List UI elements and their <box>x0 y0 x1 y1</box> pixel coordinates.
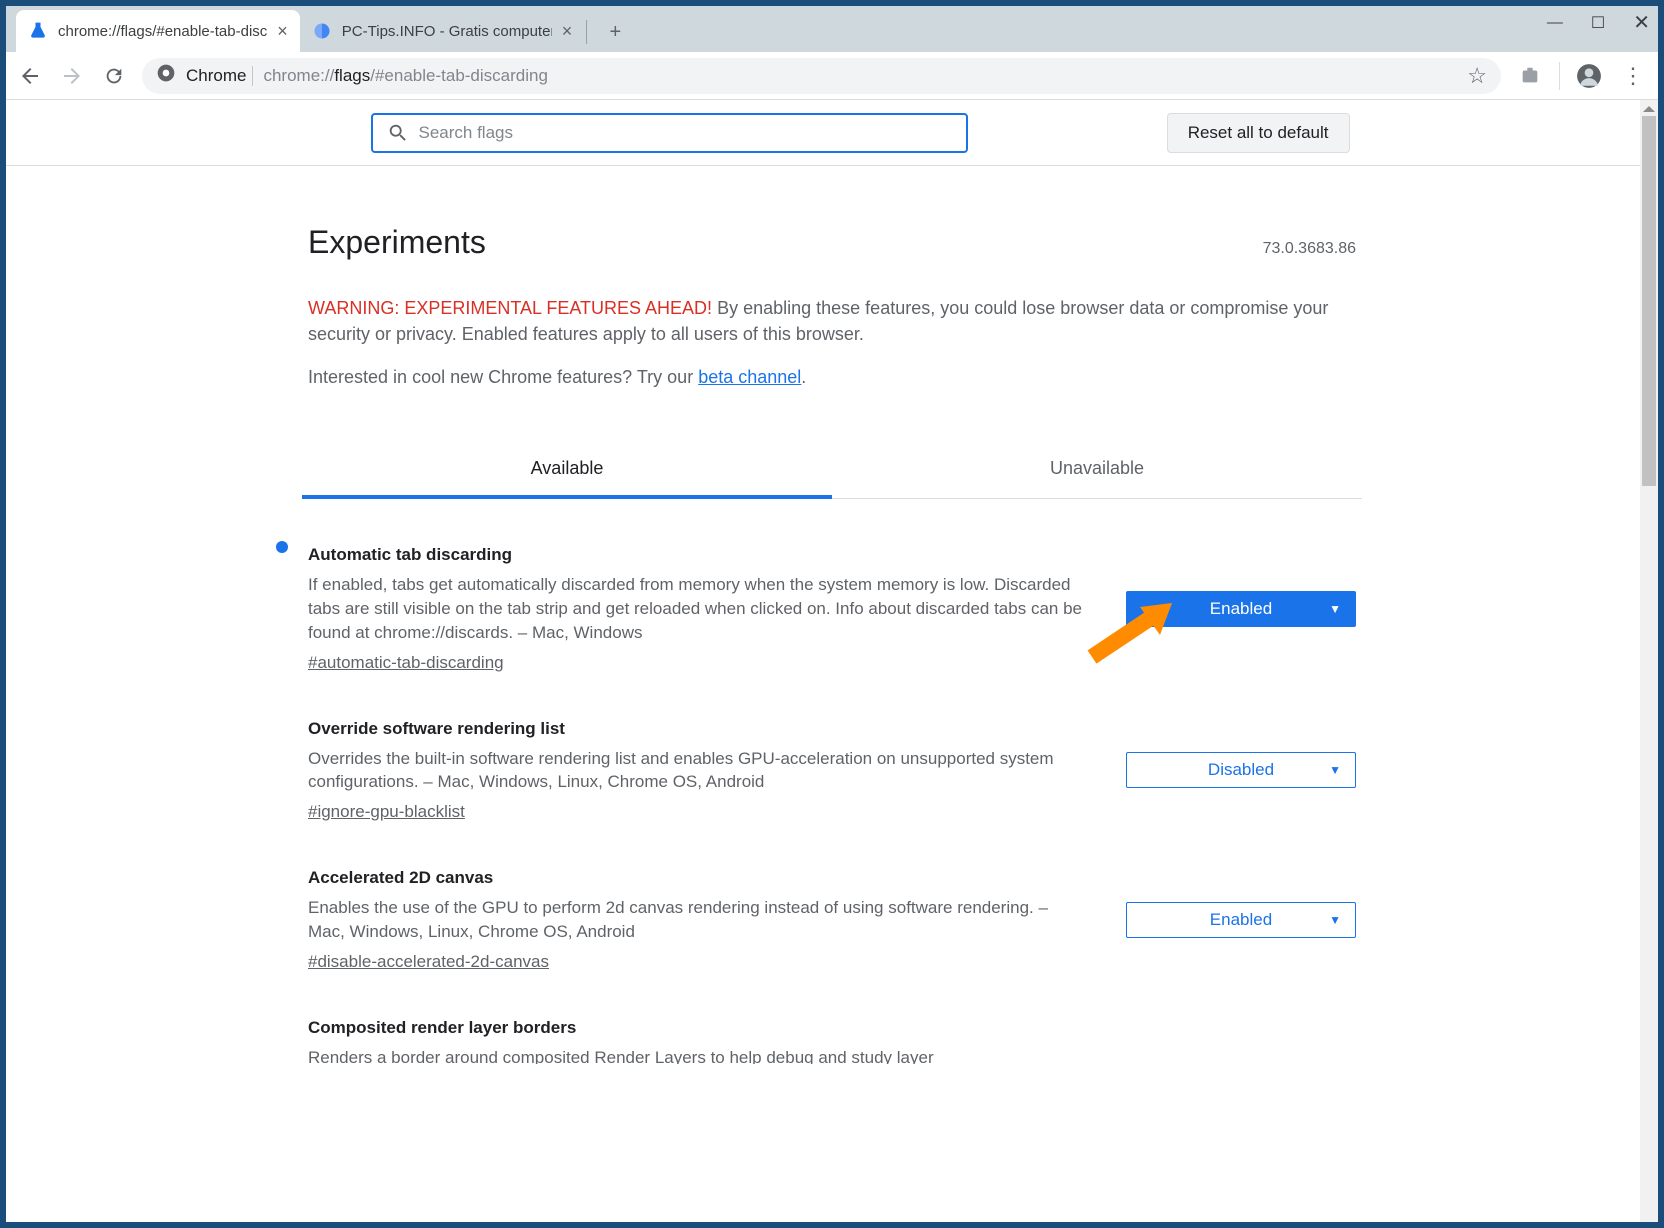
tab-active[interactable]: chrome://flags/#enable-tab-disc × <box>16 10 300 52</box>
extension-icon[interactable] <box>1515 61 1545 91</box>
maximize-icon[interactable]: ☐ <box>1591 13 1605 33</box>
tab-unavailable[interactable]: Unavailable <box>832 442 1362 498</box>
url-path: /#enable-tab-discarding <box>370 66 548 86</box>
flag-item: Override software rendering list Overrid… <box>302 709 1362 859</box>
tab-separator <box>586 20 587 44</box>
warning-text: WARNING: EXPERIMENTAL FEATURES AHEAD! By… <box>302 295 1362 347</box>
scroll-up-arrow[interactable] <box>1643 100 1655 112</box>
flag-description: Enables the use of the GPU to perform 2d… <box>308 896 1086 944</box>
flag-description: If enabled, tabs get automatically disca… <box>308 573 1086 644</box>
flag-description: Renders a border around composited Rende… <box>308 1046 1316 1064</box>
flask-icon <box>28 21 48 41</box>
flag-select-value: Enabled <box>1210 910 1272 930</box>
omnibox[interactable]: Chrome chrome://flags/#enable-tab-discar… <box>142 58 1501 94</box>
window-controls: — ☐ ✕ <box>1547 10 1650 35</box>
page-title: Experiments <box>308 224 486 261</box>
menu-icon[interactable]: ⋮ <box>1618 61 1648 91</box>
search-input[interactable]: Search flags <box>371 113 968 153</box>
tab-title: PC-Tips.INFO - Gratis computer t <box>342 23 552 40</box>
version-text: 73.0.3683.86 <box>1263 240 1356 258</box>
url-scheme: chrome:// <box>263 66 334 86</box>
profile-icon[interactable] <box>1574 61 1604 91</box>
close-window-icon[interactable]: ✕ <box>1633 10 1650 35</box>
chrome-icon <box>156 63 176 88</box>
warning-prefix: WARNING: EXPERIMENTAL FEATURES AHEAD! <box>308 298 712 318</box>
globe-icon <box>312 21 332 41</box>
flag-title: Composited render layer borders <box>308 1018 1316 1038</box>
flag-select[interactable]: Enabled ▼ <box>1126 591 1356 627</box>
browser-window: chrome://flags/#enable-tab-disc × PC-Tip… <box>5 5 1659 1223</box>
flag-description: Overrides the built-in software renderin… <box>308 747 1086 795</box>
scrollbar-thumb[interactable] <box>1642 116 1656 486</box>
toolbar-separator <box>1559 62 1560 90</box>
flags-header: Search flags Reset all to default <box>6 100 1658 166</box>
reset-button[interactable]: Reset all to default <box>1167 113 1350 153</box>
tab-inactive[interactable]: PC-Tips.INFO - Gratis computer t × <box>300 10 585 52</box>
close-icon[interactable]: × <box>562 21 573 42</box>
back-button[interactable] <box>16 62 44 90</box>
minimize-icon[interactable]: — <box>1547 14 1563 32</box>
tabs-row: Available Unavailable <box>302 442 1362 499</box>
chrome-label: Chrome <box>186 66 246 86</box>
flag-item: Automatic tab discarding If enabled, tab… <box>302 535 1362 708</box>
flag-anchor-link[interactable]: #disable-accelerated-2d-canvas <box>308 952 549 971</box>
tabs-bar: chrome://flags/#enable-tab-disc × PC-Tip… <box>6 6 1658 52</box>
page-body: Experiments 73.0.3683.86 WARNING: EXPERI… <box>302 166 1362 1072</box>
omnibox-separator <box>252 66 253 86</box>
beta-line: Interested in cool new Chrome features? … <box>302 367 1362 388</box>
scrollbar[interactable] <box>1640 100 1658 1222</box>
star-icon[interactable]: ☆ <box>1467 63 1487 89</box>
chevron-down-icon: ▼ <box>1329 913 1341 927</box>
tab-title: chrome://flags/#enable-tab-disc <box>58 23 267 40</box>
flag-select-value: Enabled <box>1210 599 1272 619</box>
chevron-down-icon: ▼ <box>1329 602 1341 616</box>
flag-select-value: Disabled <box>1208 760 1274 780</box>
flag-select[interactable]: Disabled ▼ <box>1126 752 1356 788</box>
flag-select[interactable]: Enabled ▼ <box>1126 902 1356 938</box>
flag-title: Override software rendering list <box>308 719 1086 739</box>
flag-item: Composited render layer borders Renders … <box>302 1008 1362 1072</box>
flag-title: Automatic tab discarding <box>308 545 1086 565</box>
close-icon[interactable]: × <box>277 21 288 42</box>
forward-button[interactable] <box>58 62 86 90</box>
flag-list: Automatic tab discarding If enabled, tab… <box>302 535 1362 1072</box>
tab-available[interactable]: Available <box>302 442 832 499</box>
search-icon <box>387 122 409 144</box>
new-tab-button[interactable]: + <box>597 14 633 50</box>
modified-dot-icon <box>276 541 288 553</box>
flag-anchor-link[interactable]: #ignore-gpu-blacklist <box>308 802 465 821</box>
beta-link[interactable]: beta channel <box>698 367 801 387</box>
beta-text: Interested in cool new Chrome features? … <box>308 367 698 387</box>
toolbar: Chrome chrome://flags/#enable-tab-discar… <box>6 52 1658 100</box>
flag-anchor-link[interactable]: #automatic-tab-discarding <box>308 653 504 672</box>
reset-label: Reset all to default <box>1188 123 1329 143</box>
flag-title: Accelerated 2D canvas <box>308 868 1086 888</box>
url-host: flags <box>334 66 370 86</box>
content-area: Search flags Reset all to default Experi… <box>6 100 1658 1222</box>
search-placeholder: Search flags <box>419 123 514 143</box>
chevron-down-icon: ▼ <box>1329 763 1341 777</box>
flag-item: Accelerated 2D canvas Enables the use of… <box>302 858 1362 1008</box>
reload-button[interactable] <box>100 62 128 90</box>
